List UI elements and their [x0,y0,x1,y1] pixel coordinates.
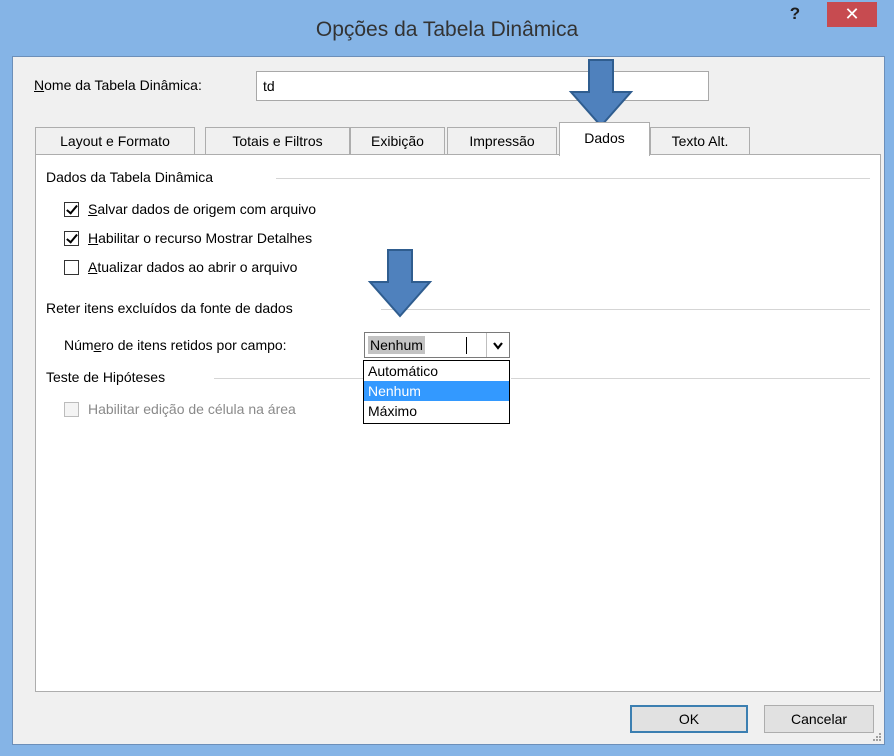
tab-display[interactable]: Exibição [350,127,445,155]
group-divider [214,378,363,379]
close-button[interactable]: ✕ [827,2,877,27]
enable-cell-edit-label: Habilitar edição de célula na área [88,401,296,417]
chevron-down-icon [493,342,503,350]
group-title-retain-items: Reter itens excluídos da fonte de dados [46,300,301,316]
annotation-arrow-down-icon [568,59,634,128]
dialog-body: Nome da Tabela Dinâmica: td Layout e For… [12,56,885,745]
dropdown-option-automatic[interactable]: Automático [364,361,509,381]
pivot-name-label: Nome da Tabela Dinâmica: [34,77,202,93]
tab-alt-text[interactable]: Texto Alt. [650,127,750,155]
group-divider [511,378,870,379]
refresh-on-open-option[interactable]: Atualizar dados ao abrir o arquivo [64,259,297,275]
enable-cell-edit-checkbox[interactable] [64,401,79,417]
annotation-arrow-down-icon [367,249,433,318]
tab-layout-format[interactable]: Layout e Formato [35,127,195,155]
dialog-window: Opções da Tabela Dinâmica ? ✕ Nome da Ta… [0,0,894,756]
tab-printing[interactable]: Impressão [447,127,557,155]
dropdown-option-maximum[interactable]: Máximo [364,401,509,421]
cancel-button[interactable]: Cancelar [764,705,874,733]
dialog-title: Opções da Tabela Dinâmica [315,18,579,41]
show-details-checkbox[interactable] [64,230,79,246]
show-details-label: Habilitar o recurso Mostrar Detalhes [88,230,313,246]
close-icon: ✕ [844,4,860,24]
group-title-pivot-data: Dados da Tabela Dinâmica [46,169,222,185]
tab-panel-data: Dados da Tabela Dinâmica Salvar dados de… [35,154,881,692]
ok-button[interactable]: OK [630,705,748,733]
save-source-data-label: Salvar dados de origem com arquivo [88,201,317,217]
tab-totals-filters[interactable]: Totais e Filtros [205,127,350,155]
group-divider [276,178,870,179]
show-details-option[interactable]: Habilitar o recurso Mostrar Detalhes [64,230,312,246]
tab-data[interactable]: Dados [559,122,650,156]
group-divider [381,309,870,310]
save-source-data-checkbox[interactable] [64,201,79,217]
text-caret [466,337,467,354]
group-title-what-if: Teste de Hipóteses [46,369,174,385]
refresh-on-open-checkbox[interactable] [64,259,79,275]
refresh-on-open-label: Atualizar dados ao abrir o arquivo [88,259,298,275]
dropdown-button[interactable] [486,333,509,357]
dropdown-option-none[interactable]: Nenhum [364,381,509,401]
items-retained-combobox[interactable]: Nenhum [364,332,510,358]
enable-cell-edit-option[interactable]: Habilitar edição de célula na área [64,401,296,417]
combobox-selected-value: Nenhum [368,336,425,354]
help-button[interactable]: ? [781,2,809,30]
title-bar[interactable]: Opções da Tabela Dinâmica ? ✕ [0,0,894,56]
save-source-data-option[interactable]: Salvar dados de origem com arquivo [64,201,316,217]
resize-grip-icon[interactable] [872,732,882,742]
pivot-name-input[interactable]: td [256,71,709,101]
items-retained-dropdown-list: Automático Nenhum Máximo [363,360,510,424]
items-retained-label: Número de itens retidos por campo: [64,337,287,353]
